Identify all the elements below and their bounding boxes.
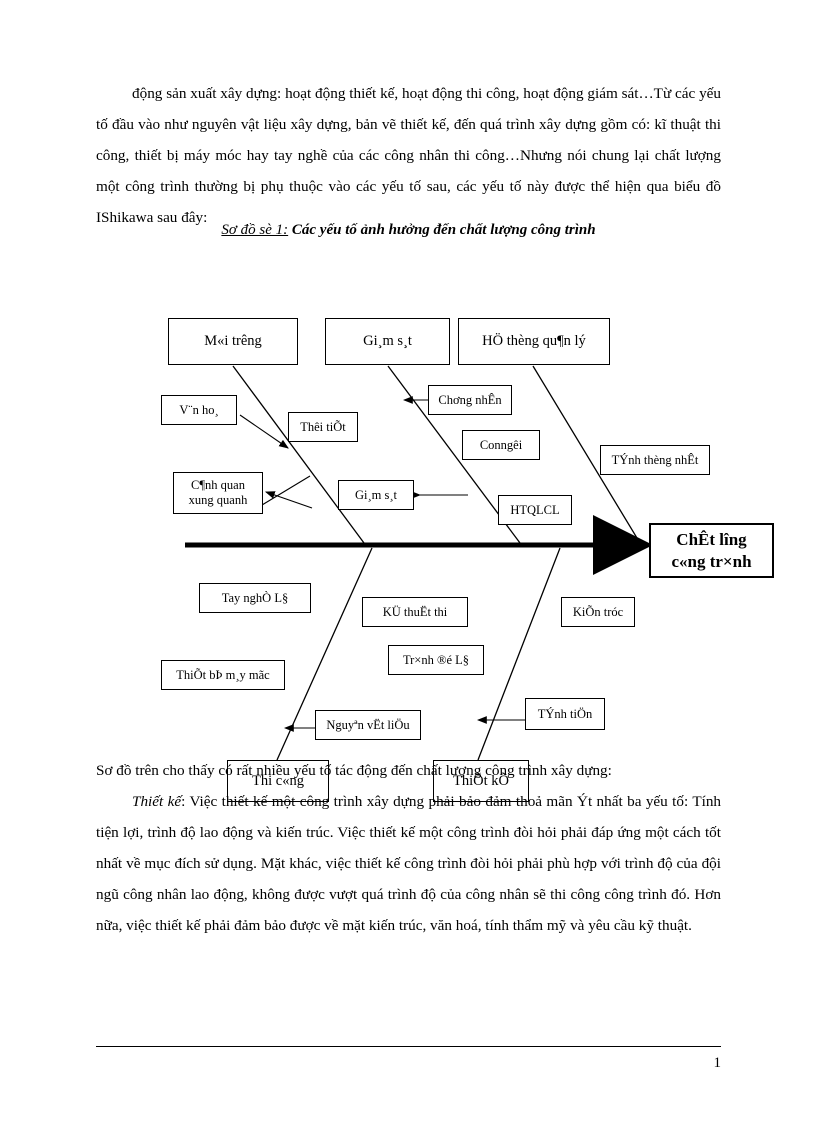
diagram-caption-label: Sơ đồ sè 1: (221, 222, 289, 238)
intro-paragraph: động sản xuất xây dựng: hoạt động thiết … (96, 85, 721, 226)
diagram-caption: Sơ đồ sè 1: Các yếu tố ảnh hưởng đến chấ… (96, 222, 721, 239)
outro-paragraph: Thiết kế: Việc thiết kế một công trình x… (96, 786, 721, 941)
node-htqlcl: HTQLCL (498, 495, 572, 525)
outro-paragraph-text: : Việc thiết kế một công trình xây dựng … (96, 793, 722, 934)
node-ky-thuat-thi: KÜ thuËt thi (362, 597, 468, 627)
node-trinh-do-ld: Tr×nh ®é L§ (388, 645, 484, 675)
outro-paragraph-label: Thiết kế (132, 793, 182, 810)
node-head: ChÊt lîng c«ng tr×nh (649, 523, 774, 578)
node-tinh-thong-nhat: TÝnh thèng nhÊt (600, 445, 710, 475)
node-tay-nghe: Tay nghÒ L§ (199, 583, 311, 613)
node-nguyen-vat-lieu: Nguyªn vËt liÖu (315, 710, 421, 740)
node-chung-nhan: Chơng nhÊn (428, 385, 512, 415)
page-number: 1 (713, 1055, 722, 1071)
node-he-thong-quan-ly: HÖ thèng qu¶n lý (458, 318, 610, 365)
node-tinh-tien: TÝnh tiÖn (525, 698, 605, 730)
node-thoi-tiet: Thêi tiÕt (288, 412, 358, 442)
node-kien-truc: KiÕn tróc (561, 597, 635, 627)
footer-divider (96, 1046, 721, 1047)
node-giam-sat-2: Gi¸m s¸t (338, 480, 414, 510)
outro-line-1: Sơ đồ trên cho thấy có rất nhiều yếu tố … (96, 762, 612, 779)
node-canh-quan: C¶nh quan xung quanh (173, 472, 263, 514)
node-con-nguoi: Conngêi (462, 430, 540, 460)
diagram-caption-text: Các yếu tố ảnh hưởng đến chất lượng công… (291, 222, 596, 238)
node-thiet-bi-may-moc: ThiÕt bÞ m¸y mãc (161, 660, 285, 690)
outro-block: Sơ đồ trên cho thấy có rất nhiều yếu tố … (96, 755, 721, 941)
fishbone-diagram: ChÊt lîng c«ng tr×nh M«i trêng Gi¸m s¸t … (0, 280, 816, 802)
document-page: động sản xuất xây dựng: hoạt động thiết … (0, 0, 816, 1123)
intro-paragraph-block: động sản xuất xây dựng: hoạt động thiết … (96, 78, 721, 233)
node-van-hoa: V¨n ho¸ (161, 395, 237, 425)
node-giam-sat: Gi¸m s¸t (325, 318, 450, 365)
node-moi-truong: M«i trêng (168, 318, 298, 365)
